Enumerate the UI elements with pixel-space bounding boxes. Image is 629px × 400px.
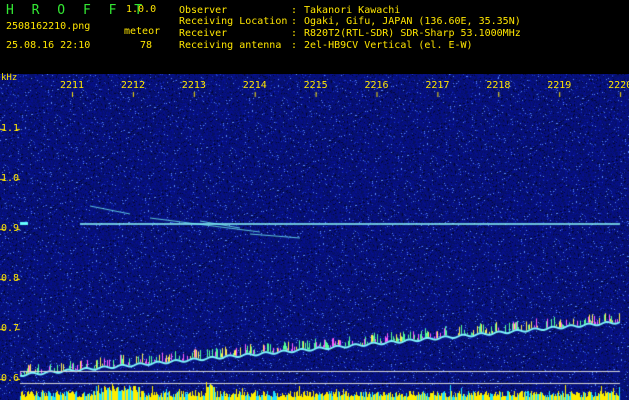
timestamp: 25.08.16 22:10	[6, 40, 91, 51]
x-tick-label: 2212	[120, 80, 145, 91]
meteor-label: meteor	[124, 26, 161, 37]
spectrogram-canvas	[0, 74, 629, 400]
y-tick-label: 1.0	[1, 173, 20, 184]
x-tick-label: 2211	[60, 80, 85, 91]
y-axis-unit-label: kHz	[1, 73, 18, 83]
info-label-antenna: Receiving antenna	[179, 40, 282, 51]
file-name: 2508162210.png	[6, 21, 91, 32]
info-label-observer: Observer	[179, 5, 228, 16]
x-tick-label: 2216	[364, 80, 389, 91]
x-tick-label: 2214	[242, 80, 267, 91]
info-sep-antenna: :	[291, 40, 298, 51]
x-tick-label: 2219	[547, 80, 572, 91]
x-tick-label: 2215	[303, 80, 328, 91]
info-value-location: Ogaki, Gifu, JAPAN (136.60E, 35.35N)	[304, 16, 521, 27]
x-tick-label: 2218	[486, 80, 511, 91]
y-tick-label: 0.8	[1, 273, 20, 284]
info-sep-receiver: :	[291, 28, 298, 39]
x-tick-label: 2217	[425, 80, 450, 91]
y-tick-label: 1.1	[1, 123, 20, 134]
info-sep-location: :	[291, 16, 298, 27]
y-tick-label: 0.9	[1, 223, 20, 234]
info-value-observer: Takanori Kawachi	[304, 5, 401, 16]
y-tick-label: 0.6	[1, 373, 20, 384]
info-sep-observer: :	[291, 5, 298, 16]
y-tick-label: 0.7	[1, 323, 20, 334]
info-value-antenna: 2el-HB9CV Vertical (el. E-W)	[304, 40, 473, 51]
app-version: 1.0.0	[126, 4, 157, 15]
x-tick-label: 2220	[608, 80, 629, 91]
info-value-receiver: R820T2(RTL-SDR) SDR-Sharp 53.1000MHz	[304, 28, 521, 39]
header-panel: H R O F F T 1.0.0 2508162210.png 25.08.1…	[0, 0, 629, 74]
info-label-receiver: Receiver	[179, 28, 228, 39]
x-tick-label: 2213	[181, 80, 206, 91]
info-label-location: Receiving Location	[179, 16, 288, 27]
meteor-count: 78	[140, 40, 153, 51]
